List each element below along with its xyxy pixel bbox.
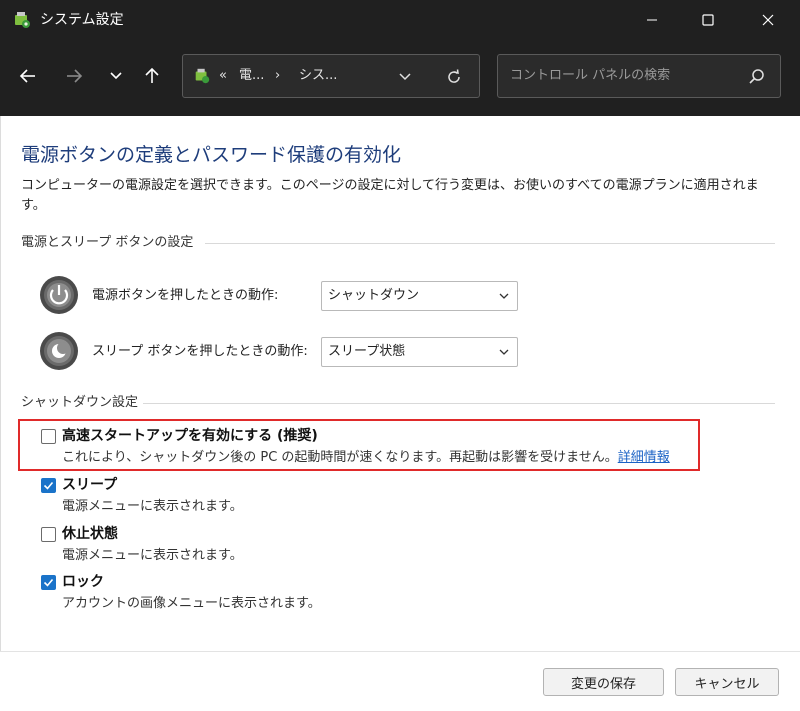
back-button[interactable] [14, 60, 42, 92]
power-button-icon [40, 276, 78, 314]
lock-title: ロック [62, 574, 104, 590]
cancel-button[interactable]: キャンセル [675, 668, 779, 696]
arrow-right-icon [67, 69, 83, 83]
section-divider [143, 403, 775, 404]
fast-startup-checkbox[interactable] [41, 429, 56, 444]
checkmark-icon [43, 578, 54, 587]
control-panel-icon [195, 68, 210, 84]
window-title: システム設定 [40, 12, 124, 28]
title-bar: システム設定 [0, 0, 800, 40]
address-bar[interactable]: « 電... › シス... [182, 54, 480, 98]
control-panel-icon [15, 12, 30, 28]
chevron-down-icon [499, 293, 509, 299]
sleep-button-label: スリープ ボタンを押したときの動作: [92, 344, 308, 359]
close-icon [762, 14, 774, 26]
system-settings-window: システム設定 « 電... › シス... コントロール パネルの検索 電源ボタ… [0, 0, 800, 711]
sleep-button-action-select[interactable]: スリープ状態 [321, 337, 518, 367]
shutdown-section-heading: シャットダウン設定 [21, 395, 139, 410]
footer-bar: 変更の保存 キャンセル [0, 651, 800, 711]
breadcrumb-item-power[interactable]: 電... [239, 67, 264, 85]
arrow-left-icon [19, 69, 35, 83]
power-button-label: 電源ボタンを押したときの動作: [92, 288, 279, 303]
hibernate-title: 休止状態 [62, 526, 118, 542]
sleep-title: スリープ [62, 477, 118, 493]
minimize-icon [647, 19, 657, 21]
fast-startup-desc-text: これにより、シャットダウン後の PC の起動時間が速くなります。再起動は影響を受… [62, 450, 618, 465]
search-icon[interactable] [748, 68, 766, 86]
power-button-action-select[interactable]: シャットダウン [321, 281, 518, 311]
sleep-button-icon [40, 332, 78, 370]
fast-startup-desc: これにより、シャットダウン後の PC の起動時間が速くなります。再起動は影響を受… [62, 449, 670, 467]
breadcrumb-separator[interactable]: › [275, 67, 280, 85]
power-button-action-value: シャットダウン [328, 288, 420, 303]
sleep-checkbox[interactable] [41, 478, 56, 493]
more-info-link[interactable]: 詳細情報 [618, 450, 670, 465]
search-placeholder: コントロール パネルの検索 [510, 68, 671, 83]
forward-button[interactable] [60, 60, 88, 92]
page-title: 電源ボタンの定義とパスワード保護の有効化 [21, 144, 402, 166]
sleep-button-action-value: スリープ状態 [328, 344, 406, 359]
maximize-icon [702, 14, 714, 26]
save-changes-button[interactable]: 変更の保存 [543, 668, 664, 696]
search-box[interactable]: コントロール パネルの検索 [497, 54, 781, 98]
breadcrumb-item-system[interactable]: シス... [299, 67, 337, 85]
sleep-desc: 電源メニューに表示されます。 [62, 499, 243, 514]
recent-locations-button[interactable] [102, 60, 130, 92]
lock-desc: アカウントの画像メニューに表示されます。 [62, 596, 321, 611]
minimize-button[interactable] [624, 0, 680, 40]
chevron-down-icon[interactable] [399, 72, 411, 82]
chevron-down-icon [499, 349, 509, 355]
page-description: コンピューターの電源設定を選択できます。このページの設定に対して行う変更は、お使… [21, 178, 759, 213]
section-divider [205, 243, 775, 244]
maximize-button[interactable] [680, 0, 736, 40]
chevron-down-icon [110, 72, 122, 80]
content-area: 電源ボタンの定義とパスワード保護の有効化 コンピューターの電源設定を選択できます… [0, 116, 800, 651]
power-section-heading: 電源とスリープ ボタンの設定 [21, 235, 194, 250]
hibernate-desc: 電源メニューに表示されます。 [62, 548, 243, 563]
up-button[interactable] [138, 60, 166, 92]
breadcrumb-overflow[interactable]: « [219, 67, 227, 85]
hibernate-checkbox[interactable] [41, 527, 56, 542]
close-button[interactable] [740, 0, 796, 40]
checkmark-icon [43, 481, 54, 490]
refresh-icon[interactable] [445, 68, 463, 86]
lock-checkbox[interactable] [41, 575, 56, 590]
arrow-up-icon [145, 67, 159, 83]
fast-startup-title: 高速スタートアップを有効にする (推奨) [62, 428, 318, 444]
